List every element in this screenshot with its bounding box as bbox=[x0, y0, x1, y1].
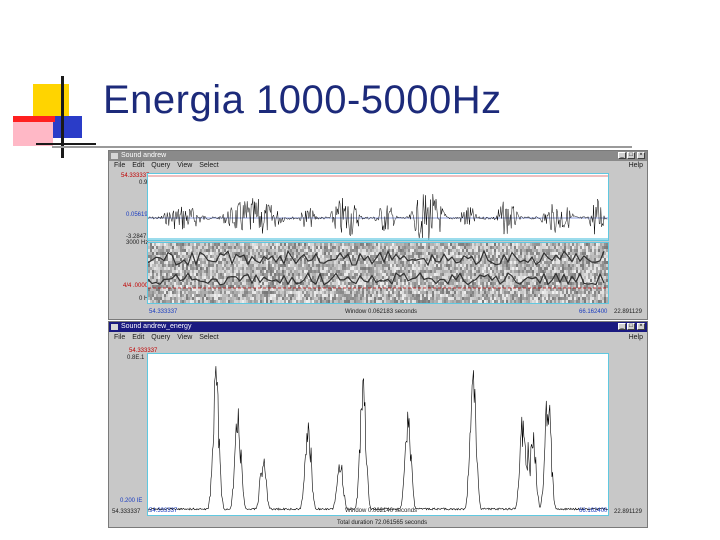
menu-select[interactable]: Select bbox=[199, 161, 218, 171]
menu-select[interactable]: Select bbox=[199, 333, 218, 343]
slide-decoration bbox=[0, 0, 100, 165]
sound-window-titlebar[interactable]: Sound andrew _ □ × bbox=[109, 151, 647, 161]
maximize-icon[interactable]: □ bbox=[627, 152, 635, 159]
menu-view[interactable]: View bbox=[177, 333, 192, 343]
sound-window: Sound andrew _ □ × File Edit Query View … bbox=[108, 150, 648, 320]
spectrogram-panel[interactable] bbox=[147, 242, 609, 304]
menu-help[interactable]: Help bbox=[629, 161, 643, 171]
status-right-marker: 66.162400 bbox=[579, 309, 608, 315]
waveform-trace bbox=[148, 194, 608, 240]
menu-view[interactable]: View bbox=[177, 161, 192, 171]
window-title: Sound andrew bbox=[121, 152, 167, 159]
spectrogram-cursor-value: 4/4 .0000 bbox=[123, 283, 149, 289]
menu-edit[interactable]: Edit bbox=[132, 333, 144, 343]
menu-file[interactable]: File bbox=[114, 161, 125, 171]
energy-plot-panel[interactable] bbox=[147, 353, 609, 516]
menu-bar: File Edit Query View Select Help bbox=[109, 333, 647, 343]
close-icon[interactable]: × bbox=[637, 323, 645, 330]
app-icon bbox=[111, 153, 118, 159]
energy-window-size: Window 0.062140 seconds bbox=[345, 508, 418, 514]
energy-right-marker: 66.162400 bbox=[579, 508, 608, 514]
energy-bottom-value: 0.200 IE bbox=[120, 498, 143, 504]
slide-title: Energia 1000-5000Hz bbox=[103, 78, 502, 122]
energy-window-titlebar[interactable]: Sound andrew_energy _ □ × bbox=[109, 322, 647, 332]
red-bar bbox=[13, 116, 55, 122]
waveform-marker-value: 0.05619 bbox=[126, 212, 148, 218]
energy-svg bbox=[148, 366, 608, 512]
energy-outer-left: 54.333337 bbox=[112, 509, 141, 515]
energy-left-time: 54.333337 bbox=[149, 508, 178, 514]
menu-file[interactable]: File bbox=[114, 333, 125, 343]
menu-query[interactable]: Query bbox=[151, 161, 170, 171]
minimize-icon[interactable]: _ bbox=[618, 152, 626, 159]
horizontal-rule bbox=[36, 143, 96, 145]
energy-top-value: 0.8E.1 bbox=[127, 355, 145, 361]
menu-bar: File Edit Query View Select Help bbox=[109, 161, 647, 171]
energy-right-time: 22.891129 bbox=[614, 509, 642, 515]
energy-window: Sound andrew_energy _ □ × File Edit Quer… bbox=[108, 321, 648, 528]
menu-query[interactable]: Query bbox=[151, 333, 170, 343]
waveform-panel[interactable] bbox=[147, 173, 609, 241]
waveform-cursor-value: 54.333337 bbox=[121, 173, 150, 179]
total-duration: Total duration 72.061565 seconds bbox=[337, 520, 428, 526]
minimize-icon[interactable]: _ bbox=[618, 323, 626, 330]
spectrogram-svg bbox=[148, 243, 608, 303]
app-icon bbox=[111, 324, 118, 330]
title-underline bbox=[52, 146, 632, 148]
status-window: Window 0.062183 seconds bbox=[345, 309, 418, 315]
menu-help[interactable]: Help bbox=[629, 333, 643, 343]
energy-trace bbox=[148, 366, 608, 512]
close-icon[interactable]: × bbox=[637, 152, 645, 159]
window-title: Sound andrew_energy bbox=[121, 323, 192, 330]
maximize-icon[interactable]: □ bbox=[627, 323, 635, 330]
spectrogram-top-freq: 3000 Hz bbox=[126, 240, 149, 246]
status-right-time: 22.891129 bbox=[614, 309, 642, 315]
menu-edit[interactable]: Edit bbox=[132, 161, 144, 171]
spectrogram-image bbox=[148, 243, 608, 303]
waveform-svg bbox=[148, 175, 608, 240]
status-left-time: 54.333337 bbox=[149, 309, 178, 315]
